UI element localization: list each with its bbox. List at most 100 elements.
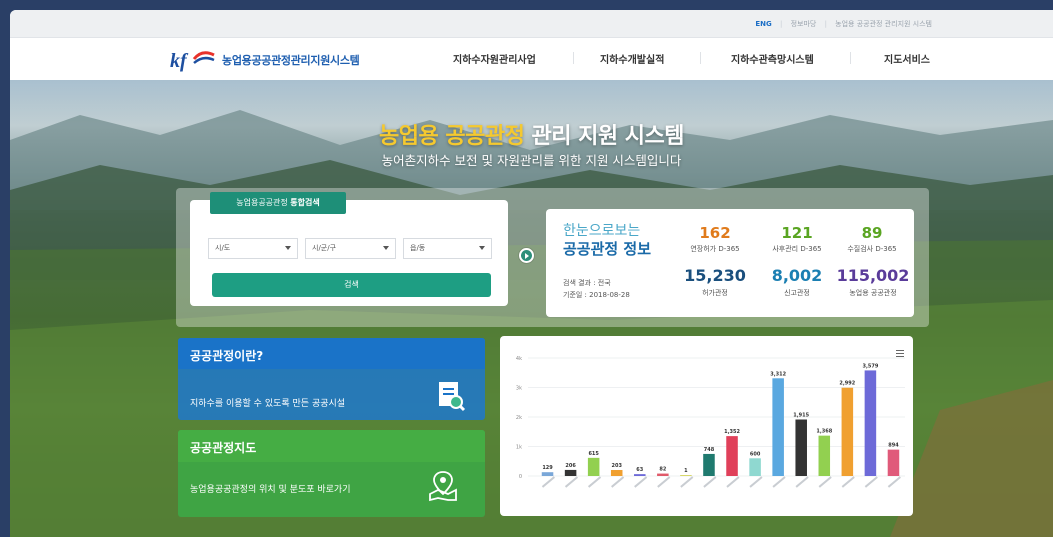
city-select-label: 시/군/구 [312,244,337,252]
info-link[interactable]: 정보마당 [791,20,817,28]
chart-bar[interactable] [772,378,784,476]
stats-result-label: 검색 결과 : 전국 [563,279,611,287]
x-tick-label [657,476,671,488]
search-button[interactable]: 검색 [212,273,491,297]
data-label: 1 [684,468,688,474]
data-label: 1,915 [793,413,809,419]
chart-bar[interactable] [564,469,577,476]
data-label: 203 [612,463,623,469]
eng-link[interactable]: ENG [755,20,771,28]
kfc-logo-icon: kf [170,50,215,72]
chart-bar[interactable] [587,457,600,476]
stat-extension-value[interactable]: 162 [690,224,740,242]
stat-aftercare-label: 사후관리 D-365 [772,245,822,253]
x-tick-label [772,476,786,488]
data-label: 3,312 [770,371,786,377]
y-tick-label: 3k [516,386,522,392]
stat-permitted-value[interactable]: 15,230 [678,266,752,285]
chevron-down-icon [383,246,389,250]
x-tick-label [749,476,763,488]
stat-water-quality-label: 수질검사 D-365 [847,245,897,253]
data-label: 3,579 [862,363,878,369]
y-tick-label: 2k [516,415,522,421]
x-tick-label [587,476,602,488]
page-frame: ENG | 정보마당 | 농업용 공공관정 관리지원 시스템 kf 농업용공공관… [10,10,1053,537]
hero-subtitle: 농어촌지하수 보전 및 자원관리를 위한 지원 시스템입니다 [381,153,682,168]
chart-bar[interactable] [634,474,646,476]
province-select-label: 시/도 [215,244,231,252]
chart-bar[interactable] [610,470,623,476]
chart-bar[interactable] [749,458,761,476]
data-label: 129 [542,465,553,471]
stat-reported-label: 신고관정 [784,289,810,297]
card-title: 공공관정지도 [190,441,257,455]
chart-bar[interactable] [541,472,554,476]
x-tick-label [564,476,579,488]
y-tick-label: 4k [516,356,522,362]
public-well-map-card[interactable]: 공공관정지도 농업용공공관정의 위치 및 분도포 바로가기 [178,430,485,517]
chevron-down-icon [285,246,291,250]
hero-title-rest: 관리 지원 시스템 [524,124,684,149]
card-description: 농업용공공관정의 위치 및 분도포 바로가기 [190,485,351,495]
data-label: 206 [565,463,576,469]
city-select[interactable]: 시/군/구 [305,238,396,259]
chart-bar[interactable] [703,453,715,476]
data-label: 2,992 [839,381,855,387]
chart-bar[interactable] [864,370,877,476]
bar-chart: 0 1k 2k 3k 4k 129 206 615 203 63 82 1 748 1,352 600 3,3… [516,356,905,488]
data-label: 82 [659,467,666,473]
stat-extension-label: 연장허가 D-365 [690,245,740,253]
data-label: 1,352 [724,429,740,435]
chart-bar[interactable] [726,436,738,476]
x-tick-label [795,476,809,488]
data-label: 615 [588,451,599,457]
stats-heading-sub: 한눈으로보는 [563,223,641,239]
stat-water-quality-value[interactable]: 89 [847,224,897,242]
nav-item-map-service[interactable]: 지도서비스 [884,51,930,66]
x-tick-label [726,476,740,488]
stat-aftercare-value[interactable]: 121 [772,224,822,242]
site-logo[interactable]: kf 농업용공공관정관리지원시스템 [170,47,360,73]
main-nav: kf 농업용공공관정관리지원시스템 지하수자원관리사업 지하수개발실적 지하수관… [10,38,1053,80]
well-count-chart: 0 1k 2k 3k 4k 129 206 615 203 63 82 1 748 1,352 600 3,3… [500,336,913,516]
hero-title: 농업용 공공관정 관리 지원 시스템 [10,118,1053,150]
province-select[interactable]: 시/도 [208,238,298,259]
data-label: 894 [888,443,899,449]
data-label: 1,368 [816,429,832,435]
search-tab-prefix: 농업용공공관정 [236,198,291,207]
divider: | [824,20,827,28]
town-select-label: 읍/동 [410,244,426,252]
play-arrow-icon[interactable] [519,248,534,263]
logo-text: 농업용공공관정관리지원시스템 [222,54,360,67]
x-tick-label [841,476,855,488]
x-tick-label [680,476,694,488]
card-description: 지하수를 이용할 수 있도록 만든 공공시설 [190,399,346,409]
chart-bar[interactable] [795,419,807,476]
x-tick-label [887,476,901,488]
chart-bar[interactable] [680,475,692,476]
nav-item-development-record[interactable]: 지하수개발실적 [600,51,664,66]
data-label: 600 [750,451,761,457]
chart-bar[interactable] [841,387,854,476]
town-select[interactable]: 읍/동 [403,238,492,259]
stat-reported-value[interactable]: 8,002 [762,266,832,285]
utility-links: ENG | 정보마당 | 농업용 공공관정 관리지원 시스템 [752,19,935,29]
utility-bar: ENG | 정보마당 | 농업용 공공관정 관리지원 시스템 [10,10,1053,38]
what-is-public-well-card[interactable]: 공공관정이란? 지하수를 이용할 수 있도록 만든 공공시설 [178,338,485,420]
document-search-icon [439,382,466,412]
divider: | [779,20,783,28]
nav-item-observation-system[interactable]: 지하수관측망시스템 [731,51,814,66]
site-link[interactable]: 농업용 공공관정 관리지원 시스템 [835,20,932,28]
chart-bar[interactable] [657,473,669,476]
x-tick-label [541,476,556,488]
x-tick-label [611,476,625,488]
hero-title-highlight: 농업용 공공관정 [378,124,525,149]
stat-public-well-value[interactable]: 115,002 [834,266,912,285]
chart-bar[interactable] [887,449,900,476]
nav-item-groundwater-project[interactable]: 지하수자원관리사업 [453,51,536,66]
data-label: 63 [636,467,643,473]
chart-bar[interactable] [818,435,831,476]
divider [573,52,574,64]
y-tick-label: 0 [519,474,522,480]
chevron-down-icon [479,246,485,250]
